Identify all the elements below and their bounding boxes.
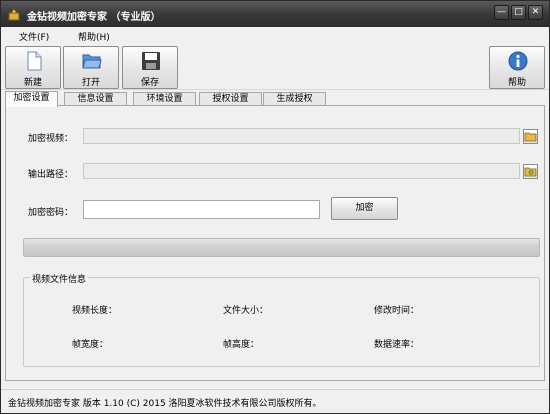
info-video-length: 视频长度： (72, 306, 118, 316)
app-window: 金钻视频加密专家 （专业版） — □ ✕ 文件(F) 帮助(H) 新建 打开 保… (0, 0, 550, 414)
file-info-group: 视频文件信息 视频长度： 文件大小： 修改时间： 帧宽度： 帧高度： 数据速率： (23, 272, 540, 367)
minimize-button[interactable]: — (494, 5, 509, 20)
open-button-label: 打开 (81, 78, 100, 88)
tab-license-settings[interactable]: 授权设置 (199, 92, 262, 106)
status-bar: 金钻视频加密专家 版本 1.10 (C) 2015 洛阳夏冰软件技术有限公司版权… (1, 389, 549, 413)
info-modified-time: 修改时间： (374, 306, 420, 316)
new-button[interactable]: 新建 (5, 46, 61, 89)
encrypt-button[interactable]: 加密 (331, 197, 398, 220)
output-label: 输出路径： (28, 170, 74, 180)
info-frame-height: 帧高度： (223, 340, 260, 350)
folder-search-icon (524, 167, 537, 177)
close-button[interactable]: ✕ (528, 5, 543, 20)
file-info-title: 视频文件信息 (30, 272, 89, 285)
folder-open-icon (82, 54, 102, 69)
tab-encrypt-settings[interactable]: 加密设置 (5, 91, 58, 107)
encrypt-progress-bar (23, 238, 540, 257)
video-path-field[interactable] (83, 128, 520, 144)
tab-environment-settings[interactable]: 环境设置 (133, 92, 196, 106)
maximize-button[interactable]: □ (511, 5, 526, 20)
menu-help[interactable]: 帮助(H) (78, 30, 110, 43)
folder-icon (524, 132, 537, 142)
browse-video-button[interactable] (523, 129, 538, 144)
info-frame-width: 帧宽度： (72, 340, 109, 350)
help-button-label: 帮助 (507, 78, 526, 88)
info-data-rate: 数据速率： (374, 340, 420, 350)
title-bar[interactable]: 金钻视频加密专家 （专业版） — □ ✕ (1, 1, 549, 27)
output-path-field[interactable] (83, 163, 520, 179)
video-label: 加密视频： (28, 134, 74, 144)
new-file-icon (27, 51, 42, 71)
tab-info-settings[interactable]: 信息设置 (64, 92, 127, 106)
toolbar: 新建 打开 保存 帮助 (1, 44, 549, 90)
tab-generate-license[interactable]: 生成授权 (263, 92, 326, 106)
save-button[interactable]: 保存 (122, 46, 178, 89)
help-button[interactable]: 帮助 (489, 46, 545, 89)
window-controls: — □ ✕ (494, 5, 543, 20)
password-label: 加密密码： (28, 208, 74, 218)
menu-bar: 文件(F) 帮助(H) (1, 27, 549, 44)
save-button-label: 保存 (140, 78, 159, 88)
password-input[interactable] (83, 200, 320, 219)
browse-output-button[interactable] (523, 164, 538, 179)
menu-file[interactable]: 文件(F) (19, 30, 49, 43)
app-logo-icon (8, 8, 20, 21)
floppy-disk-icon (142, 52, 160, 70)
status-text: 金钻视频加密专家 版本 1.10 (C) 2015 洛阳夏冰软件技术有限公司版权… (8, 399, 322, 409)
open-button[interactable]: 打开 (63, 46, 119, 89)
info-icon (508, 51, 528, 71)
window-title: 金钻视频加密专家 （专业版） (27, 12, 161, 23)
info-file-size: 文件大小： (223, 306, 269, 316)
new-button-label: 新建 (23, 78, 42, 88)
